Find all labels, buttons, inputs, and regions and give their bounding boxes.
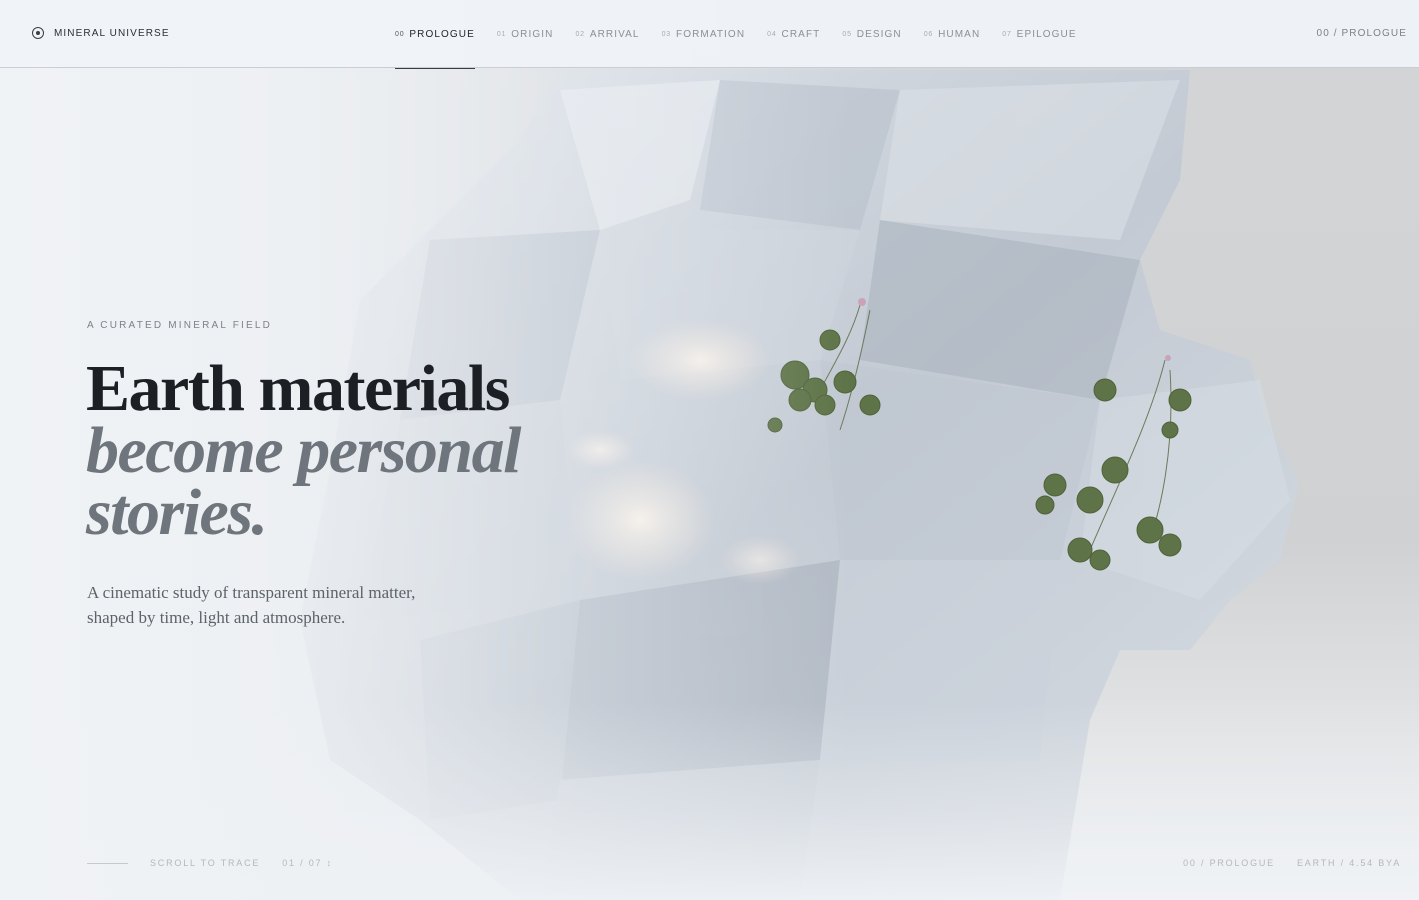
nav-item-origin[interactable]: 01 ORIGIN [497,0,554,68]
nav-item-label: ARRIVAL [589,28,640,40]
nav-item-label: FORMATION [675,28,746,40]
section-breadcrumb: 00 / PROLOGUE [1316,28,1407,39]
hero-headline: Earth materials become personal stories. [86,352,521,549]
hero-description: A cinematic study of transparent mineral… [87,583,416,627]
nav-item-human[interactable]: 06 HUMAN [924,0,981,68]
scroll-indicator[interactable]: SCROLL TO TRACE 01 / 07 ↕ [87,858,333,868]
nav-item-label: HUMAN [938,28,981,40]
chapter-progress: 01 / 07 ↕ [282,858,333,868]
nav-item-craft[interactable]: 04 CRAFT [767,0,820,68]
nav-item-number: 07 [1002,30,1012,38]
nav-item-number: 01 [496,30,507,38]
nav-item-number: 02 [575,30,585,38]
nav-item-epilogue[interactable]: 07 EPILOGUE [1002,0,1076,68]
nav-item-number: 06 [923,30,934,38]
top-navigation-bar: MINERAL UNIVERSE 00 PROLOGUE 01 ORIGIN 0… [0,0,1419,69]
nav-item-prologue[interactable]: 00 PROLOGUE [395,0,475,69]
headline-line-1: Earth materials [86,352,510,425]
footer-section-label: 00 / PROLOGUE [1183,858,1275,868]
scroll-rule [87,862,128,864]
headline-line-3: stories. [86,476,268,549]
nav-item-label: PROLOGUE [409,28,475,40]
headline-line-2: become personal [86,414,521,487]
nav-item-formation[interactable]: 03 FORMATION [662,0,746,68]
nav-item-design[interactable]: 05 DESIGN [842,0,901,68]
scroll-arrow-icon: ↕ [326,858,333,868]
target-icon [32,27,44,39]
nav-item-arrival[interactable]: 02 ARRIVAL [575,0,639,68]
nav-item-number: 04 [767,30,777,38]
nav-item-label: ORIGIN [511,28,554,40]
nav-item-number: 05 [842,30,852,38]
nav-item-number: 03 [661,30,671,38]
chapter-nav: 00 PROLOGUE 01 ORIGIN 02 ARRIVAL 03 FORM… [395,0,1077,69]
scroll-label: SCROLL TO TRACE [150,858,261,868]
nav-item-label: DESIGN [856,28,902,40]
nav-item-number: 00 [395,30,405,38]
footer-meta: 00 / PROLOGUE EARTH / 4.54 BYA [1183,858,1401,868]
nav-item-label: CRAFT [781,28,821,40]
brand-logo[interactable]: MINERAL UNIVERSE [32,27,170,39]
nav-item-label: EPILOGUE [1016,28,1077,40]
footer-epoch-label: EARTH / 4.54 BYA [1297,858,1401,868]
hero-eyebrow: A CURATED MINERAL FIELD [87,320,273,331]
chapter-progress-text: 01 / 07 [282,858,323,868]
brand-name: MINERAL UNIVERSE [54,27,170,39]
